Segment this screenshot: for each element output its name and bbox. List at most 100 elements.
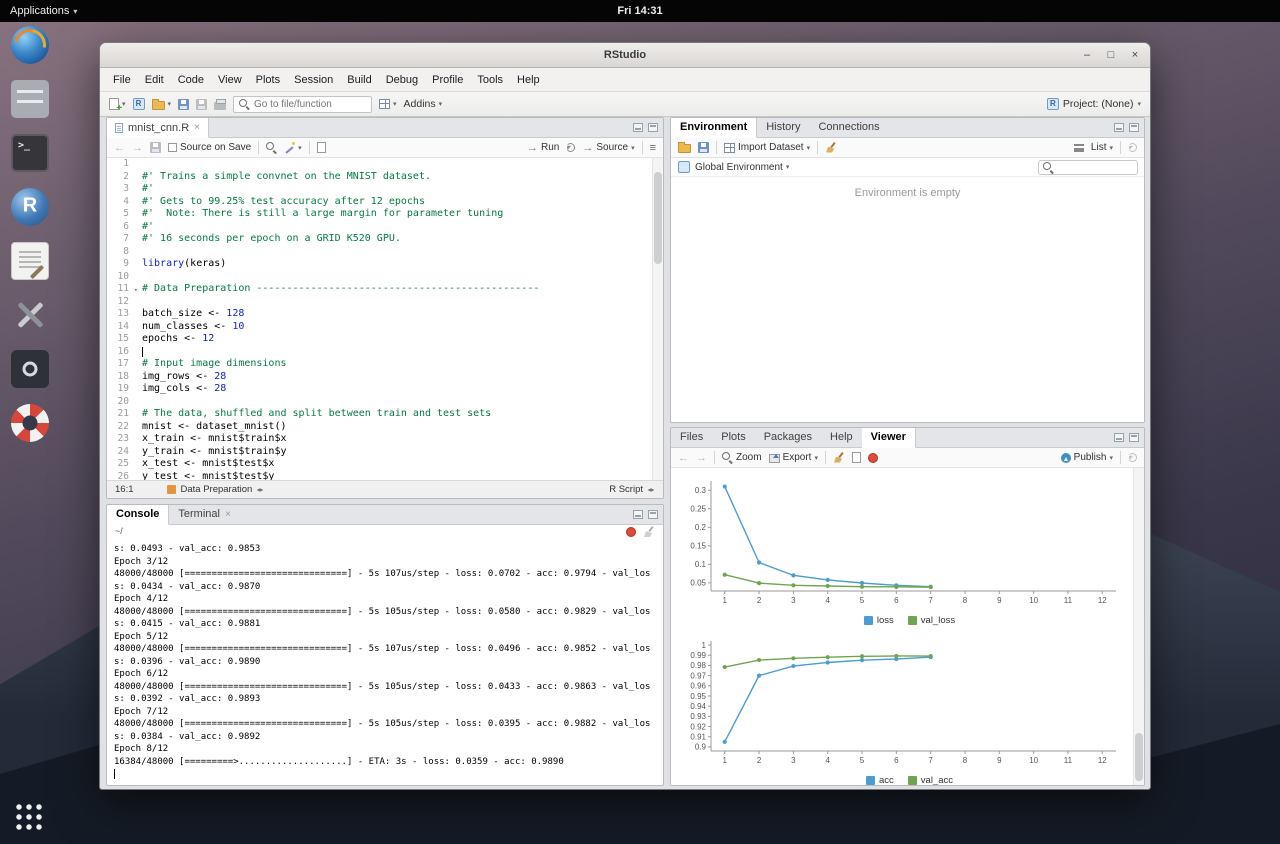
stop-icon[interactable] <box>868 453 878 463</box>
save-all-icon[interactable] <box>196 99 207 110</box>
new-file-button[interactable]: ▾ <box>109 98 126 110</box>
tab-packages[interactable]: Packages <box>755 428 821 447</box>
save-icon[interactable] <box>150 142 161 153</box>
code-line-21[interactable]: 21# The data, shuffled and split between… <box>107 408 663 421</box>
tab-console[interactable]: Console <box>107 505 169 525</box>
close-tab-icon[interactable]: × <box>194 122 200 133</box>
window-titlebar[interactable]: RStudio – □ × <box>100 43 1150 68</box>
minimize-pane-icon[interactable] <box>1114 123 1124 132</box>
tab-mnist-cnn[interactable]: mnist_cnn.R × <box>107 118 209 138</box>
tab-connections[interactable]: Connections <box>809 118 888 137</box>
code-line-7[interactable]: 7#' 16 seconds per epoch on a GRID K520 … <box>107 233 663 246</box>
source-button[interactable]: → Source ▾ <box>582 142 634 154</box>
minimize-button[interactable]: – <box>1080 49 1094 61</box>
code-line-17[interactable]: 17# Input image dimensions <box>107 358 663 371</box>
menu-file[interactable]: File <box>106 71 138 89</box>
refresh-icon[interactable] <box>1128 453 1137 462</box>
tools-icon[interactable] <box>11 296 49 334</box>
load-workspace-icon[interactable] <box>678 144 691 153</box>
forward-icon[interactable]: → <box>132 142 143 154</box>
code-line-19[interactable]: 19img_cols <- 28 <box>107 383 663 396</box>
code-line-11[interactable]: 11▾# Data Preparation ------------------… <box>107 283 663 296</box>
gedit-icon[interactable] <box>11 242 49 280</box>
new-project-button[interactable]: R <box>133 98 145 110</box>
menu-profile[interactable]: Profile <box>425 71 470 89</box>
back-icon[interactable]: ← <box>114 142 125 154</box>
scope-selector[interactable]: Global Environment▾ <box>695 162 789 173</box>
code-line-1[interactable]: 1 <box>107 158 663 171</box>
code-line-23[interactable]: 23x_train <- mnist$train$x <box>107 433 663 446</box>
clock[interactable]: Fri 14:31 <box>617 5 662 17</box>
forward-icon[interactable]: → <box>696 452 707 464</box>
clear-console-icon[interactable] <box>643 526 655 538</box>
help-icon[interactable] <box>11 404 49 442</box>
menu-help[interactable]: Help <box>510 71 547 89</box>
code-tools-dropdown[interactable]: ▾ <box>284 142 302 153</box>
back-icon[interactable]: ← <box>678 452 689 464</box>
publish-button[interactable]: Publish ▾ <box>1061 452 1113 463</box>
refresh-icon[interactable] <box>1128 143 1137 152</box>
rerun-icon[interactable] <box>566 143 575 152</box>
tab-history[interactable]: History <box>757 118 809 137</box>
close-terminal-icon[interactable]: × <box>225 509 231 520</box>
files-icon[interactable] <box>11 80 49 118</box>
goto-file-input[interactable] <box>254 99 366 110</box>
maximize-pane-icon[interactable] <box>648 510 658 519</box>
working-directory[interactable]: ~/ <box>115 526 123 536</box>
menu-build[interactable]: Build <box>340 71 378 89</box>
list-view-dropdown[interactable]: List▾ <box>1091 142 1113 153</box>
close-button[interactable]: × <box>1128 49 1142 61</box>
code-line-6[interactable]: 6#' <box>107 221 663 234</box>
code-line-26[interactable]: 26y_test <- mnist$test$y <box>107 471 663 481</box>
source-on-save-checkbox[interactable]: Source on Save <box>168 142 251 153</box>
menu-edit[interactable]: Edit <box>138 71 171 89</box>
menu-debug[interactable]: Debug <box>379 71 425 89</box>
firefox-icon[interactable] <box>11 26 49 64</box>
code-line-20[interactable]: 20 <box>107 396 663 409</box>
code-line-4[interactable]: 4#' Gets to 99.25% test accuracy after 1… <box>107 196 663 209</box>
outline-icon[interactable]: ≡ <box>650 142 656 154</box>
code-line-5[interactable]: 5#' Note: There is still a large margin … <box>107 208 663 221</box>
viewer-scrollbar[interactable] <box>1133 468 1144 785</box>
stop-icon[interactable] <box>626 527 636 537</box>
import-dataset-button[interactable]: Import Dataset ▾ <box>724 142 810 153</box>
goto-file-search[interactable] <box>233 96 372 113</box>
code-line-12[interactable]: 12 <box>107 296 663 309</box>
code-line-24[interactable]: 24y_train <- mnist$train$y <box>107 446 663 459</box>
code-line-13[interactable]: 13batch_size <- 128 <box>107 308 663 321</box>
terminal-icon[interactable] <box>11 134 49 172</box>
maximize-pane-icon[interactable] <box>1129 433 1139 442</box>
code-line-15[interactable]: 15epochs <- 12 <box>107 333 663 346</box>
menu-code[interactable]: Code <box>171 71 211 89</box>
maximize-pane-icon[interactable] <box>648 123 658 132</box>
save-icon[interactable] <box>178 99 189 110</box>
tab-viewer[interactable]: Viewer <box>862 428 916 448</box>
menu-view[interactable]: View <box>211 71 249 89</box>
maximize-pane-icon[interactable] <box>1129 123 1139 132</box>
view-in-new-window-icon[interactable] <box>852 452 861 463</box>
open-file-button[interactable]: ▾ <box>152 99 172 110</box>
minimize-pane-icon[interactable] <box>633 123 643 132</box>
addins-dropdown[interactable]: Addins▾ <box>404 98 443 110</box>
menu-session[interactable]: Session <box>287 71 340 89</box>
minimize-pane-icon[interactable] <box>1114 433 1124 442</box>
applications-menu[interactable]: Applications ▾ <box>0 0 87 22</box>
zoom-button[interactable]: Zoom <box>722 452 762 463</box>
export-button[interactable]: Export ▾ <box>769 452 818 463</box>
section-navigator[interactable]: Data Preparation <box>167 484 265 495</box>
clear-viewer-icon[interactable] <box>833 452 845 464</box>
project-selector[interactable]: R Project: (None) ▾ <box>1047 98 1141 110</box>
tab-files[interactable]: Files <box>671 428 712 447</box>
save-workspace-icon[interactable] <box>698 142 709 153</box>
run-button[interactable]: → Run <box>527 142 559 154</box>
clear-environment-icon[interactable] <box>825 142 837 154</box>
menu-plots[interactable]: Plots <box>249 71 287 89</box>
code-line-9[interactable]: 9library(keras) <box>107 258 663 271</box>
code-line-10[interactable]: 10 <box>107 271 663 284</box>
maximize-button[interactable]: □ <box>1104 49 1118 61</box>
editor-code-area[interactable]: 12#' Trains a simple convnet on the MNIS… <box>107 158 663 480</box>
rstudio-icon[interactable] <box>11 188 49 226</box>
environment-search[interactable] <box>1038 160 1138 175</box>
print-icon[interactable] <box>214 102 226 110</box>
find-icon[interactable] <box>266 142 277 153</box>
